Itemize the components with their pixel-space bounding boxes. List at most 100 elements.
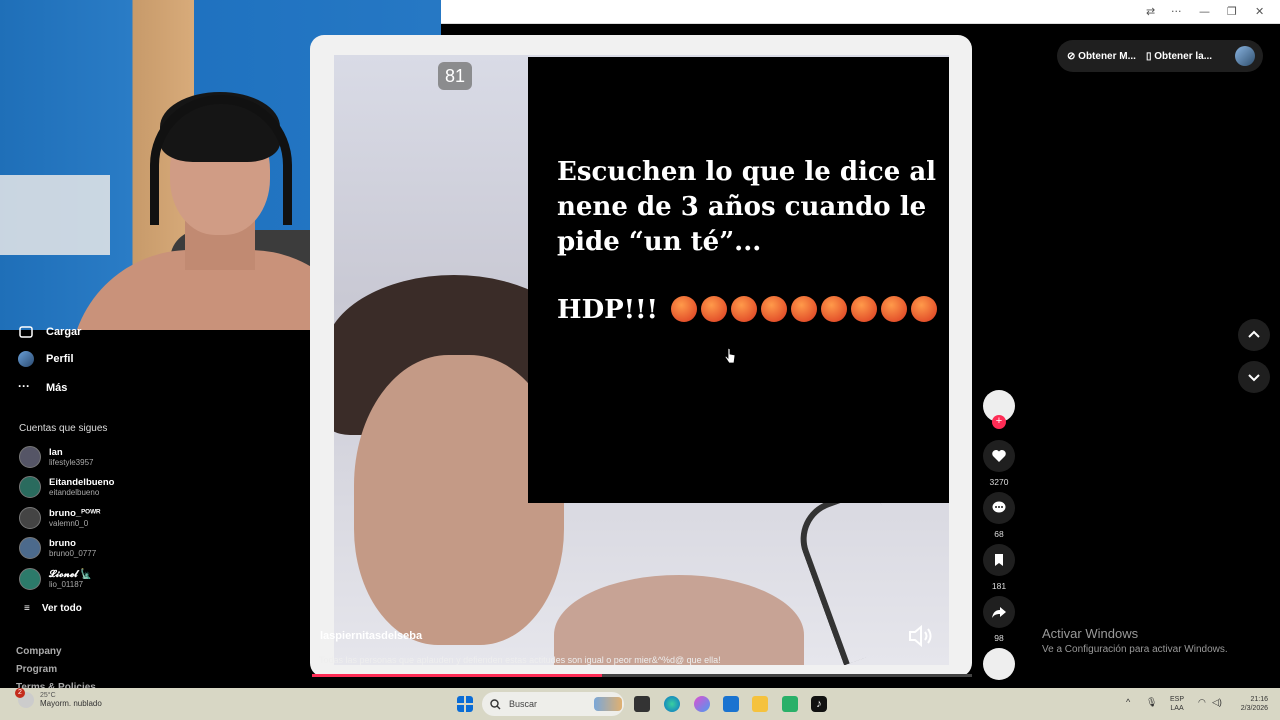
get-app-label: Obtener la... <box>1154 50 1213 62</box>
following-section-title: Cuentas que sigues <box>19 423 108 434</box>
share-button[interactable] <box>983 596 1015 628</box>
list-icon: ≡ <box>24 603 30 614</box>
following-item[interactable]: bruno bruno0_0777 <box>19 537 96 559</box>
like-button[interactable] <box>983 440 1015 472</box>
video-frame[interactable]: Escuchen lo que le dice al nene de 3 año… <box>334 55 949 665</box>
search-placeholder: Buscar <box>509 699 538 709</box>
taskbar-search[interactable]: Buscar <box>482 692 624 716</box>
weather-widget[interactable]: 2 25°C Mayorm. nublado <box>15 688 102 708</box>
cloud-icon: 2 <box>15 688 34 708</box>
tray-chevron-up-icon[interactable]: ^ <box>1126 698 1130 707</box>
weather-desc: Mayorm. nublado <box>40 699 102 708</box>
nav-upload-label: Cargar <box>46 326 82 338</box>
mouse-cursor-icon <box>725 348 735 364</box>
windows-taskbar: 2 25°C Mayorm. nublado Buscar ♪ ^ 🎙 ESP … <box>0 688 1280 720</box>
overlay-shout-text: HDP!!! <box>557 295 658 325</box>
avatar <box>19 568 41 590</box>
clock[interactable]: 21:16 2/3/2026 <box>1232 695 1268 713</box>
like-action[interactable]: 3270 <box>983 440 1015 487</box>
save-action[interactable]: 181 <box>983 544 1015 591</box>
sound-disc[interactable] <box>983 648 1015 680</box>
following-name: 𝓛𝓲𝓸𝓷𝓮𝓵 🗽 <box>49 569 93 580</box>
sound-disc-avatar[interactable] <box>983 648 1015 680</box>
upload-icon <box>18 324 34 340</box>
footer-link-company[interactable]: Company <box>16 646 62 657</box>
wifi-icon[interactable]: ◠ <box>1198 698 1206 707</box>
get-app-button[interactable]: ▯ Obtener la... <box>1146 51 1212 62</box>
next-video-button[interactable] <box>1238 361 1270 393</box>
video-progress-bar[interactable] <box>312 674 972 677</box>
comment-button[interactable] <box>983 492 1015 524</box>
video-author[interactable]: laspiernitasdelseba <box>320 630 422 642</box>
angry-emoji-icon <box>730 296 757 322</box>
following-name: Eitandelbueno <box>49 477 115 488</box>
store-icon[interactable] <box>782 696 798 712</box>
avatar <box>19 537 41 559</box>
angry-emoji-icon <box>880 296 907 322</box>
following-item[interactable]: Eitandelbueno eitandelbueno <box>19 476 114 498</box>
get-coins-button[interactable]: ⊘ Obtener M... <box>1067 51 1136 62</box>
tiktok-app-icon[interactable]: ♪ <box>811 696 827 712</box>
share-count: 98 <box>994 633 1004 643</box>
minimize-button[interactable]: — <box>1199 5 1210 18</box>
angry-emoji-icon <box>670 296 697 322</box>
get-coins-label: Obtener M... <box>1078 50 1136 62</box>
translate-icon[interactable]: ⇄ <box>1146 5 1155 18</box>
left-sidebar: Cargar Perfil ··· Más Cuentas que sigues… <box>0 326 300 690</box>
previous-video-button[interactable] <box>1238 319 1270 351</box>
following-item[interactable]: Ian lifestyle3957 <box>19 446 93 468</box>
comment-icon <box>992 501 1006 513</box>
share-action[interactable]: 98 <box>983 596 1015 643</box>
speaker-icon[interactable]: ◁) <box>1212 698 1222 707</box>
following-item[interactable]: 𝓛𝓲𝓸𝓷𝓮𝓵 🗽 lio_01187 <box>19 568 92 590</box>
angry-emoji-row <box>667 295 937 325</box>
search-icon <box>490 698 501 709</box>
more-dots-icon: ··· <box>18 379 30 393</box>
following-handle: bruno0_0777 <box>49 549 97 558</box>
file-explorer-icon[interactable] <box>752 696 768 712</box>
user-avatar[interactable] <box>1235 46 1255 66</box>
save-button[interactable] <box>983 544 1015 576</box>
activate-windows-watermark: Activar Windows Ve a Configuración para … <box>1042 626 1228 655</box>
nav-profile[interactable]: Perfil <box>18 351 74 367</box>
search-highlight-image <box>594 697 622 711</box>
following-name: Ian <box>49 447 63 458</box>
angry-emoji-icon <box>700 296 727 322</box>
angry-emoji-icon <box>820 296 847 322</box>
overlay-message: Escuchen lo que le dice al nene de 3 año… <box>557 157 937 257</box>
footer-link-program[interactable]: Program <box>16 664 57 675</box>
close-button[interactable]: ✕ <box>1255 5 1264 18</box>
webcam-background-shelf <box>0 175 110 255</box>
volume-icon[interactable] <box>907 624 937 648</box>
activate-windows-subtitle: Ve a Configuración para activar Windows. <box>1042 644 1228 655</box>
edge-browser-icon[interactable] <box>664 696 680 712</box>
copilot-icon[interactable] <box>694 696 710 712</box>
more-options-button[interactable]: ··· <box>1171 5 1182 18</box>
nav-upload[interactable]: Cargar <box>18 324 81 340</box>
angry-emoji-icon <box>790 296 817 322</box>
nav-more[interactable]: ··· Más <box>18 380 67 396</box>
angry-emoji-icon <box>850 296 877 322</box>
language-indicator[interactable]: ESP LAA <box>1170 695 1184 713</box>
following-item[interactable]: bruno_ᴾᴼᵂᴿ valemn0_0 <box>19 507 101 529</box>
video-player[interactable]: Escuchen lo que le dice al nene de 3 año… <box>310 35 972 677</box>
restore-button[interactable]: ❐ <box>1227 5 1237 18</box>
following-handle: lio_01187 <box>49 580 84 589</box>
comment-action[interactable]: 68 <box>983 492 1015 539</box>
avatar <box>19 446 41 468</box>
task-view-icon[interactable] <box>634 696 650 712</box>
video-counter-tag: 81 <box>438 62 472 90</box>
windows-start-icon[interactable] <box>457 696 473 712</box>
share-icon <box>992 607 1006 618</box>
follow-plus-button[interactable]: + <box>992 415 1006 429</box>
see-all-button[interactable]: ≡ Ver todo <box>24 603 82 614</box>
outlook-icon[interactable] <box>723 696 739 712</box>
like-count: 3270 <box>989 477 1009 487</box>
angry-emoji-icon <box>910 296 937 322</box>
save-count: 181 <box>991 581 1007 591</box>
avatar <box>19 507 41 529</box>
weather-badge: 2 <box>15 688 25 698</box>
microphone-icon[interactable]: 🎙 <box>1146 698 1157 707</box>
weather-temp: 25°C <box>40 692 56 699</box>
webcam-headset <box>150 95 292 225</box>
